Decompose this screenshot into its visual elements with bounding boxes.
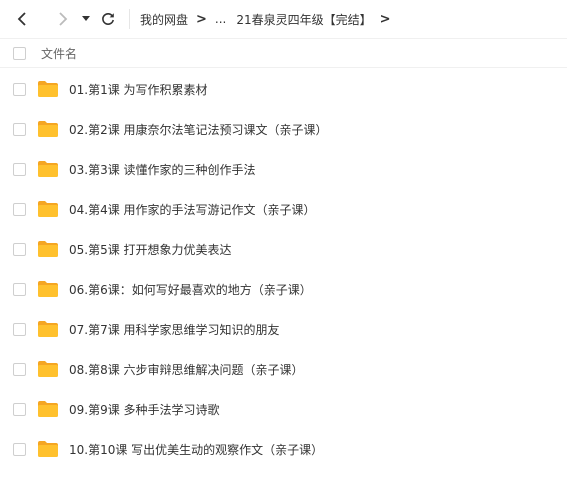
file-row-checkbox[interactable]: [13, 202, 26, 216]
file-row-checkbox[interactable]: [13, 402, 26, 416]
file-row[interactable]: 04.第4课 用作家的手法写游记作文（亲子课）: [0, 189, 567, 229]
file-row[interactable]: 03.第3课 读懂作家的三种创作手法: [0, 149, 567, 189]
folder-icon: [37, 320, 59, 338]
chevron-left-icon: [17, 12, 26, 26]
file-row[interactable]: 09.第9课 多种手法学习诗歌: [0, 389, 567, 429]
refresh-button[interactable]: [97, 8, 119, 30]
file-row-checkbox[interactable]: [13, 242, 26, 256]
folder-icon: [37, 360, 59, 378]
folder-icon: [37, 120, 59, 138]
caret-down-icon: [82, 16, 90, 21]
file-name[interactable]: 09.第9课 多种手法学习诗歌: [69, 401, 220, 418]
file-row[interactable]: 07.第7课 用科学家思维学习知识的朋友: [0, 309, 567, 349]
history-dropdown-button[interactable]: [79, 8, 93, 30]
file-row-checkbox[interactable]: [13, 442, 26, 456]
breadcrumb-separator-icon: >: [196, 11, 207, 27]
chevron-right-icon: [59, 12, 68, 26]
breadcrumb-ellipsis[interactable]: ...: [215, 12, 226, 26]
file-row-checkbox[interactable]: [13, 322, 26, 336]
file-name[interactable]: 01.第1课 为写作积累素材: [69, 81, 208, 98]
folder-icon: [37, 280, 59, 298]
file-name[interactable]: 04.第4课 用作家的手法写游记作文（亲子课）: [69, 201, 316, 218]
folder-icon: [37, 400, 59, 418]
breadcrumb-root[interactable]: 我的网盘: [140, 11, 188, 28]
file-name[interactable]: 08.第8课 六步审辩思维解决问题（亲子课）: [69, 361, 304, 378]
file-row[interactable]: 01.第1课 为写作积累素材: [0, 69, 567, 109]
file-row[interactable]: 05.第5课 打开想象力优美表达: [0, 229, 567, 269]
toolbar-divider: [129, 9, 130, 29]
file-row-checkbox[interactable]: [13, 362, 26, 376]
file-list: 01.第1课 为写作积累素材 02.第2课 用康奈尔法笔记法预习课文（亲子课） 03…: [0, 69, 567, 469]
forward-button[interactable]: [52, 8, 74, 30]
file-row-checkbox[interactable]: [13, 162, 26, 176]
file-row-checkbox[interactable]: [13, 122, 26, 136]
file-row[interactable]: 08.第8课 六步审辩思维解决问题（亲子课）: [0, 349, 567, 389]
folder-icon: [37, 440, 59, 458]
refresh-icon: [102, 12, 114, 25]
folder-icon: [37, 240, 59, 258]
folder-icon: [37, 160, 59, 178]
file-name[interactable]: 06.第6课：如何写好最喜欢的地方（亲子课）: [69, 281, 312, 298]
file-name[interactable]: 05.第5课 打开想象力优美表达: [69, 241, 232, 258]
file-row[interactable]: 06.第6课：如何写好最喜欢的地方（亲子课）: [0, 269, 567, 309]
file-name[interactable]: 02.第2课 用康奈尔法笔记法预习课文（亲子课）: [69, 121, 328, 138]
file-name[interactable]: 03.第3课 读懂作家的三种创作手法: [69, 161, 256, 178]
breadcrumb-current: 21春泉灵四年级【完结】: [236, 12, 372, 27]
toolbar: 我的网盘 > ... 21春泉灵四年级【完结】 >: [0, 0, 567, 38]
file-name[interactable]: 10.第10课 写出优美生动的观察作文（亲子课）: [69, 441, 323, 458]
file-row-checkbox[interactable]: [13, 82, 26, 96]
folder-icon: [37, 80, 59, 98]
breadcrumb-separator-icon: >: [379, 11, 391, 27]
file-row[interactable]: 10.第10课 写出优美生动的观察作文（亲子课）: [0, 429, 567, 469]
file-name[interactable]: 07.第7课 用科学家思维学习知识的朋友: [69, 321, 280, 338]
back-button[interactable]: [11, 8, 33, 30]
file-row[interactable]: 02.第2课 用康奈尔法笔记法预习课文（亲子课）: [0, 109, 567, 149]
select-all-checkbox[interactable]: [13, 46, 26, 60]
column-header-filename[interactable]: 文件名: [41, 45, 77, 62]
file-row-checkbox[interactable]: [13, 282, 26, 296]
file-list-header: 文件名: [0, 38, 567, 68]
folder-icon: [37, 200, 59, 218]
